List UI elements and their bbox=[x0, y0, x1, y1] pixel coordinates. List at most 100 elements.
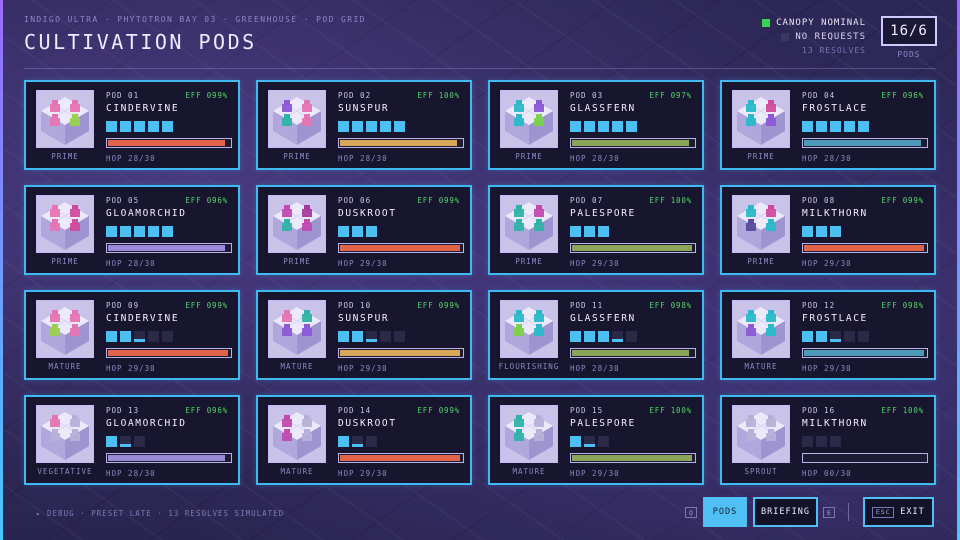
growth-segment bbox=[816, 121, 827, 132]
growth-segment bbox=[584, 226, 595, 237]
pod-progress-bar bbox=[802, 453, 928, 463]
pod-card[interactable]: VEGETATIVE POD 13 EFF 096% GLOAMORCHID HOP 2… bbox=[24, 395, 240, 485]
pod-progress-bar bbox=[570, 348, 696, 358]
pod-plant-icon bbox=[269, 301, 325, 357]
growth-segment bbox=[106, 331, 117, 342]
pod-progress-bar bbox=[106, 453, 232, 463]
pod-plant-name: SUNSPUR bbox=[338, 313, 390, 324]
pod-card[interactable]: MATURE POD 09 EFF 099% CINDERVINE HOP 29/30 bbox=[24, 290, 240, 380]
growth-segment bbox=[366, 226, 377, 237]
growth-segment bbox=[148, 226, 159, 237]
pod-number: POD 15 bbox=[570, 406, 604, 415]
pod-card[interactable]: MATURE POD 15 EFF 100% PALESPORE HOP 29/30 bbox=[488, 395, 704, 485]
pod-card[interactable]: MATURE POD 12 EFF 098% FROSTLACE HOP 29/30 bbox=[720, 290, 936, 380]
pod-thumbnail bbox=[36, 300, 94, 358]
growth-segment bbox=[366, 331, 377, 342]
growth-segment bbox=[134, 226, 145, 237]
pod-card[interactable]: PRIME POD 06 EFF 099% DUSKROOT HOP 29/30 bbox=[256, 185, 472, 275]
pod-hop-count: HOP 28/30 bbox=[106, 259, 156, 268]
pod-growth-segments bbox=[106, 331, 173, 343]
pod-progress-fill bbox=[572, 350, 690, 356]
pod-plant-icon bbox=[501, 196, 557, 252]
pod-efficiency: EFF 100% bbox=[881, 406, 924, 415]
pod-growth-segments bbox=[570, 121, 637, 133]
pod-card[interactable]: PRIME POD 01 EFF 099% CINDERVINE HOP 28/30 bbox=[24, 80, 240, 170]
pod-card[interactable]: PRIME POD 03 EFF 097% GLASSFERN HOP 28/30 bbox=[488, 80, 704, 170]
growth-segment bbox=[802, 436, 813, 447]
pod-plant-icon bbox=[501, 91, 557, 147]
growth-segment bbox=[120, 226, 131, 237]
pod-number: POD 07 bbox=[570, 196, 604, 205]
pod-stage-label: SPROUT bbox=[744, 467, 778, 476]
pod-number: POD 08 bbox=[802, 196, 836, 205]
growth-segment bbox=[626, 331, 637, 342]
pod-card[interactable]: PRIME POD 07 EFF 100% PALESPORE HOP 29/30 bbox=[488, 185, 704, 275]
pod-card[interactable]: MATURE POD 14 EFF 099% DUSKROOT HOP 29/30 bbox=[256, 395, 472, 485]
pods-tab-button[interactable]: PODS bbox=[703, 497, 747, 527]
pod-plant-name: SUNSPUR bbox=[338, 103, 390, 114]
exit-button[interactable]: ESC EXIT bbox=[863, 497, 934, 527]
briefing-tab-button[interactable]: BRIEFING bbox=[753, 497, 818, 527]
pod-plant-icon bbox=[501, 406, 557, 462]
growth-segment bbox=[338, 331, 349, 342]
pod-card[interactable]: PRIME POD 05 EFF 096% GLOAMORCHID HOP 28/30 bbox=[24, 185, 240, 275]
pod-thumbnail bbox=[268, 300, 326, 358]
pod-progress-fill bbox=[804, 245, 924, 251]
pod-growth-segments bbox=[338, 121, 405, 133]
growth-segment bbox=[338, 121, 349, 132]
pod-plant-name: PALESPORE bbox=[570, 208, 636, 219]
growth-segment bbox=[584, 436, 595, 447]
pod-hop-count: HOP 29/30 bbox=[570, 469, 620, 478]
pod-card[interactable]: PRIME POD 08 EFF 099% MILKTHORN HOP 29/30 bbox=[720, 185, 936, 275]
pod-stage-label: PRIME bbox=[283, 257, 311, 266]
pod-card[interactable]: PRIME POD 04 EFF 096% FROSTLACE HOP 28/30 bbox=[720, 80, 936, 170]
pod-thumbnail bbox=[36, 405, 94, 463]
pod-hop-count: HOP 29/30 bbox=[106, 364, 156, 373]
footer-divider bbox=[848, 503, 849, 521]
pod-thumbnail bbox=[36, 195, 94, 253]
pod-progress-fill bbox=[108, 245, 226, 251]
pod-hop-count: HOP 28/30 bbox=[338, 154, 388, 163]
growth-segment bbox=[570, 331, 581, 342]
growth-segment bbox=[570, 121, 581, 132]
pod-progress-bar bbox=[338, 348, 464, 358]
growth-segment bbox=[134, 331, 145, 342]
growth-segment bbox=[844, 331, 855, 342]
pod-number: POD 11 bbox=[570, 301, 604, 310]
growth-segment bbox=[802, 226, 813, 237]
growth-segment bbox=[816, 331, 827, 342]
breadcrumb: INDIGO ULTRA · PHYTOTRON BAY 03 · GREENH… bbox=[24, 15, 366, 24]
page-title: CULTIVATION PODS bbox=[24, 30, 257, 54]
pod-thumbnail bbox=[500, 90, 558, 148]
growth-segment bbox=[148, 121, 159, 132]
pod-hop-count: HOP 28/30 bbox=[570, 364, 620, 373]
growth-segment bbox=[162, 226, 173, 237]
pod-growth-segments bbox=[338, 226, 377, 238]
growth-segment bbox=[106, 121, 117, 132]
requests-status-led-icon bbox=[781, 33, 790, 41]
pod-hop-count: HOP 29/30 bbox=[338, 364, 388, 373]
pod-efficiency: EFF 096% bbox=[185, 406, 228, 415]
pod-number: POD 14 bbox=[338, 406, 372, 415]
pod-card[interactable]: PRIME POD 02 EFF 100% SUNSPUR HOP 28/30 bbox=[256, 80, 472, 170]
pod-growth-segments bbox=[802, 331, 869, 343]
pod-progress-fill bbox=[108, 140, 226, 146]
canopy-status-text: CANOPY NOMINAL bbox=[776, 18, 866, 28]
pod-card[interactable]: SPROUT POD 16 EFF 100% MILKTHORN HOP 00/30 bbox=[720, 395, 936, 485]
pod-plant-name: DUSKROOT bbox=[338, 208, 397, 219]
growth-segment bbox=[858, 331, 869, 342]
pod-efficiency: EFF 096% bbox=[185, 196, 228, 205]
pod-progress-bar bbox=[106, 138, 232, 148]
pod-thumbnail bbox=[500, 300, 558, 358]
pod-thumbnail bbox=[268, 405, 326, 463]
pod-growth-segments bbox=[106, 121, 173, 133]
pod-stage-label: PRIME bbox=[747, 257, 775, 266]
pod-card[interactable]: FLOURISHING POD 11 EFF 098% GLASSFERN HOP 28… bbox=[488, 290, 704, 380]
pod-plant-icon bbox=[733, 196, 789, 252]
pod-stage-label: MATURE bbox=[48, 362, 82, 371]
pod-hop-count: HOP 29/30 bbox=[338, 469, 388, 478]
pod-growth-segments bbox=[338, 436, 377, 448]
pod-hop-count: HOP 29/30 bbox=[802, 259, 852, 268]
pod-card[interactable]: MATURE POD 10 EFF 099% SUNSPUR HOP 29/30 bbox=[256, 290, 472, 380]
pod-efficiency: EFF 099% bbox=[417, 196, 460, 205]
